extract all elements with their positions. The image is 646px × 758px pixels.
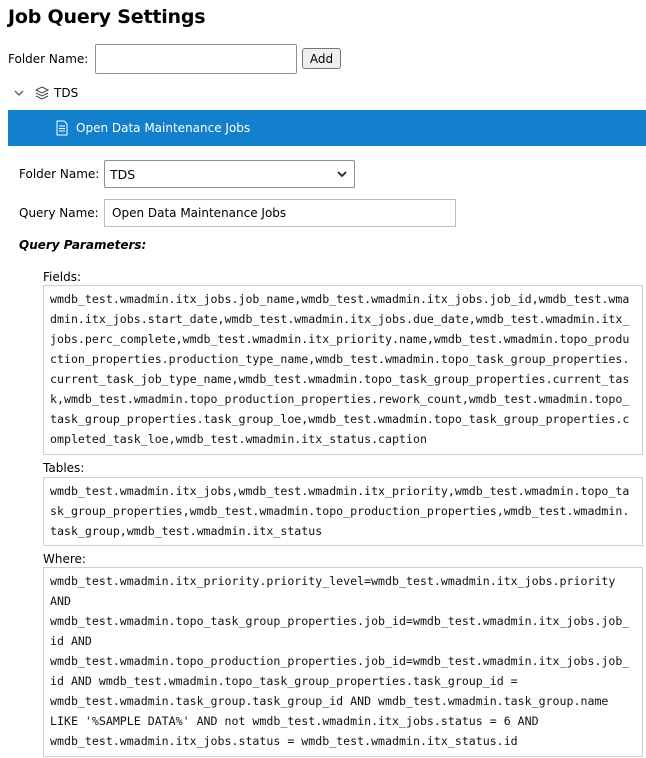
- page-title: Job Query Settings: [8, 6, 206, 28]
- tree-item-label: Open Data Maintenance Jobs: [76, 121, 251, 135]
- tables-label: Tables:: [43, 461, 85, 475]
- query-parameters-heading: Query Parameters:: [19, 238, 147, 252]
- query-name-label: Query Name:: [19, 206, 99, 220]
- tree-folder-tds[interactable]: TDS: [12, 82, 78, 104]
- chevron-down-icon: [336, 168, 348, 180]
- chevron-down-icon[interactable]: [12, 86, 26, 100]
- where-label: Where:: [43, 552, 86, 566]
- tree-folder-label: TDS: [54, 86, 79, 100]
- query-name-input[interactable]: Open Data Maintenance Jobs: [104, 199, 456, 227]
- layers-icon: [34, 85, 50, 101]
- folder-select[interactable]: TDS: [104, 160, 355, 188]
- where-textarea[interactable]: wmdb_test.wmadmin.itx_priority.priority_…: [43, 567, 643, 757]
- fields-label: Fields:: [43, 270, 81, 284]
- folder-select-value: TDS: [110, 166, 136, 182]
- tables-textarea[interactable]: wmdb_test.wmadmin.itx_jobs,wmdb_test.wma…: [43, 477, 643, 546]
- add-folder-button[interactable]: Add: [302, 48, 341, 69]
- folder-name-label: Folder Name:: [8, 52, 89, 66]
- add-folder-row: Folder Name:: [8, 44, 88, 74]
- document-icon: [55, 120, 69, 136]
- fields-textarea[interactable]: wmdb_test.wmadmin.itx_jobs.job_name,wmdb…: [43, 285, 643, 455]
- folder-select-label: Folder Name:: [19, 167, 100, 181]
- new-folder-name-input[interactable]: [95, 44, 297, 74]
- tree-item-selected-query[interactable]: Open Data Maintenance Jobs: [8, 110, 646, 146]
